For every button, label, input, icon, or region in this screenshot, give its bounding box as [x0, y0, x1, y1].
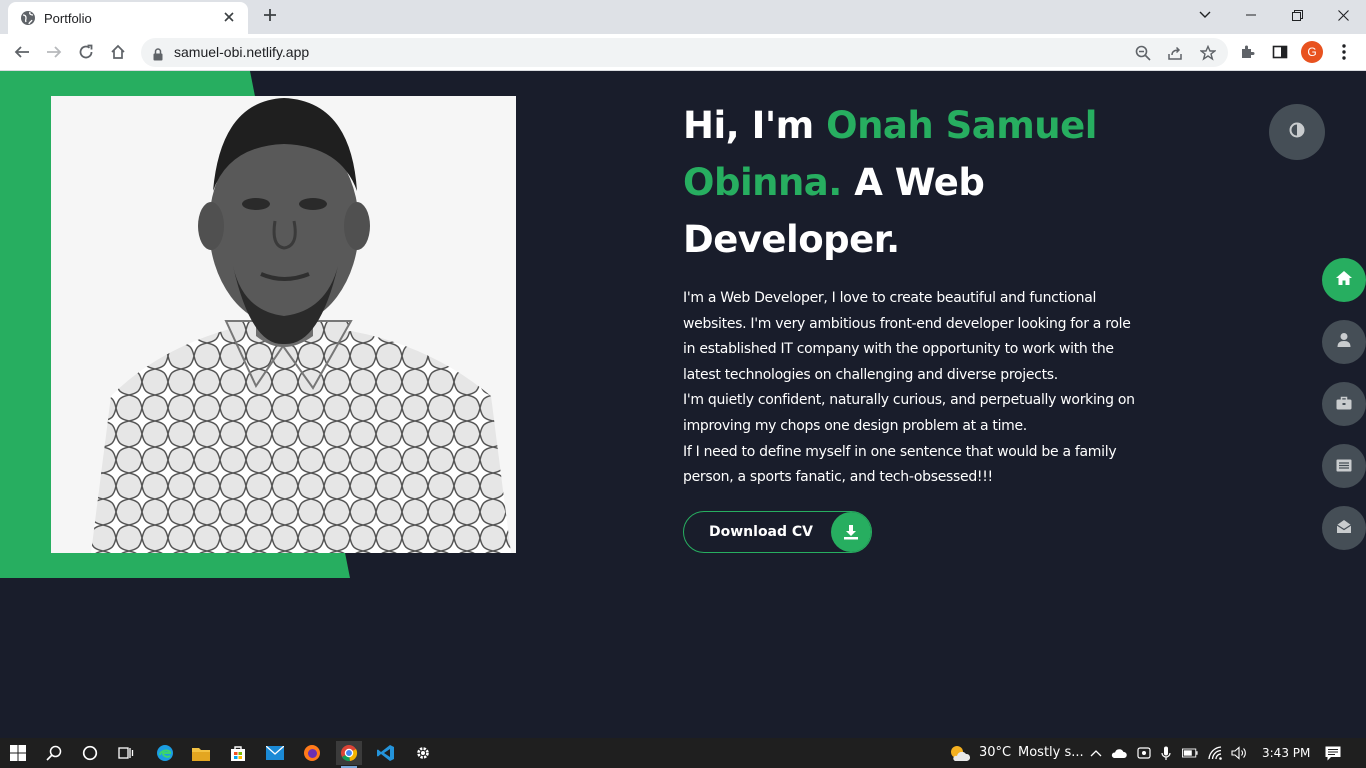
menu-kebab-icon[interactable] — [1332, 40, 1356, 64]
side-panel-icon[interactable] — [1268, 40, 1292, 64]
user-icon — [1336, 332, 1352, 352]
meet-now-icon[interactable] — [1136, 745, 1152, 761]
windows-start-icon[interactable] — [5, 741, 31, 765]
newspaper-icon — [1336, 457, 1352, 476]
reload-icon[interactable] — [74, 40, 98, 64]
nav-contact-button[interactable] — [1322, 506, 1366, 550]
hero-paragraph: If I need to define myself in one senten… — [683, 443, 1117, 486]
forward-arrow-icon[interactable] — [42, 40, 66, 64]
minimize-button[interactable] — [1228, 0, 1274, 30]
back-arrow-icon[interactable] — [10, 40, 34, 64]
task-view-icon[interactable] — [113, 741, 139, 765]
search-icon[interactable] — [41, 741, 67, 765]
nav-blog-button[interactable] — [1322, 444, 1366, 488]
browser-toolbar: samuel-obi.netlify.app G — [0, 34, 1366, 71]
cortana-icon[interactable] — [77, 741, 103, 765]
hero-paragraph: I'm a Web Developer, I love to create be… — [683, 290, 1131, 383]
volume-icon[interactable] — [1231, 745, 1247, 761]
chrome-icon[interactable] — [336, 741, 362, 768]
chevron-up-icon[interactable] — [1088, 745, 1104, 761]
file-explorer-icon[interactable] — [188, 741, 214, 765]
hero-paragraph: I'm quietly confident, naturally curious… — [683, 392, 1135, 434]
profile-photo — [51, 96, 516, 553]
nav-portfolio-button[interactable] — [1322, 382, 1366, 426]
home-icon — [1335, 270, 1353, 290]
wifi-icon[interactable] — [1208, 745, 1224, 761]
greeting-text: Hi, I'm — [683, 104, 827, 147]
close-tab-icon[interactable] — [220, 10, 238, 26]
globe-icon — [20, 10, 36, 26]
share-icon[interactable] — [1165, 43, 1185, 63]
onedrive-cloud-icon[interactable] — [1111, 745, 1127, 761]
tab-title: Portfolio — [44, 10, 92, 26]
download-cv-button[interactable]: Download CV — [683, 511, 872, 553]
new-tab-button[interactable] — [258, 4, 282, 28]
store-icon[interactable] — [225, 741, 251, 765]
theme-toggle-button[interactable] — [1269, 104, 1325, 160]
weather-temperature[interactable]: 30°C — [979, 745, 1011, 760]
browser-tab-strip: Portfolio — [0, 0, 1366, 34]
weather-icon[interactable] — [948, 743, 970, 763]
firefox-icon[interactable] — [299, 741, 325, 765]
extensions-icon[interactable] — [1236, 40, 1260, 64]
vscode-icon[interactable] — [373, 741, 399, 765]
briefcase-icon — [1336, 395, 1352, 414]
mail-icon[interactable] — [262, 741, 288, 765]
notifications-icon[interactable] — [1325, 745, 1341, 761]
zoom-icon[interactable] — [1133, 43, 1153, 63]
home-button-icon[interactable] — [106, 40, 130, 64]
close-window-button[interactable] — [1320, 0, 1366, 30]
lock-icon[interactable] — [153, 46, 163, 65]
address-bar[interactable]: samuel-obi.netlify.app — [141, 38, 1228, 67]
browser-tab[interactable]: Portfolio — [8, 2, 248, 34]
envelope-open-icon — [1336, 519, 1352, 538]
contrast-icon — [1289, 122, 1305, 142]
url-text: samuel-obi.netlify.app — [174, 44, 310, 60]
hero-description: I'm a Web Developer, I love to create be… — [683, 286, 1143, 491]
battery-icon[interactable] — [1182, 745, 1198, 761]
bookmark-star-icon[interactable] — [1198, 43, 1218, 63]
edge-browser-icon[interactable] — [152, 741, 178, 765]
tab-search-button[interactable] — [1182, 0, 1228, 30]
restore-button[interactable] — [1274, 0, 1320, 30]
microphone-icon[interactable] — [1158, 745, 1174, 761]
portfolio-page: Hi, I'm Onah Samuel Obinna. A Web Develo… — [0, 71, 1366, 738]
download-cv-label: Download CV — [709, 524, 814, 540]
download-icon — [831, 512, 871, 552]
clock-time[interactable]: 3:43 PM — [1262, 746, 1310, 760]
settings-gear-icon[interactable] — [410, 741, 436, 765]
nav-about-button[interactable] — [1322, 320, 1366, 364]
windows-taskbar: 30°C Mostly s... 3:43 PM — [0, 738, 1366, 768]
nav-home-button[interactable] — [1322, 258, 1366, 302]
profile-avatar[interactable]: G — [1301, 41, 1323, 63]
weather-condition[interactable]: Mostly s... — [1018, 745, 1084, 760]
hero-heading: Hi, I'm Onah Samuel Obinna. A Web Develo… — [683, 97, 1143, 268]
